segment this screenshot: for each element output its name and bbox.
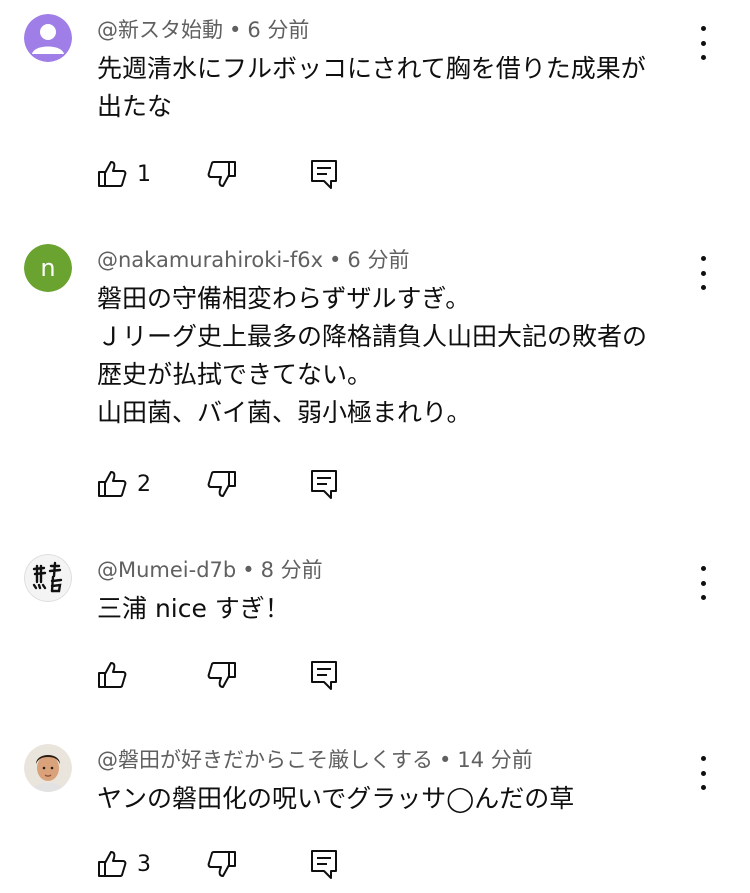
comment-line: Ｊリーグ史上最多の降格請負人山田大記の敗者の: [97, 322, 648, 351]
reply-icon: [311, 160, 337, 189]
dislike-button[interactable]: [207, 846, 237, 882]
comment-author[interactable]: @磐田が好きだからこそ厳しくする: [97, 748, 433, 772]
thumbs-up-icon: [98, 161, 127, 187]
avatar[interactable]: [24, 744, 72, 792]
avatar[interactable]: [24, 554, 72, 602]
comment-text: 三浦 nice すぎ！: [97, 590, 290, 628]
comment-line: 出たな: [97, 92, 173, 121]
thumbs-down-icon: [207, 851, 236, 877]
like-count: 2: [137, 471, 151, 497]
avatar[interactable]: [24, 14, 72, 62]
separator-dot: •: [229, 18, 242, 42]
thumbs-up-icon: [98, 851, 127, 877]
reply-button[interactable]: [309, 156, 339, 192]
dislike-button[interactable]: [207, 466, 237, 502]
comment-line: 磐田の守備相変わらずザルすぎ。: [97, 284, 471, 313]
default-person-icon: [24, 14, 72, 62]
reply-icon: [311, 661, 337, 690]
comment-time[interactable]: 6 分前: [247, 18, 309, 42]
comment-text: ヤンの磐田化の呪いでグラッサ◯んだの草: [97, 780, 574, 818]
comment-text: 先週清水にフルボッコにされて胸を借りた成果が 出たな: [97, 50, 646, 126]
dislike-button[interactable]: [207, 657, 237, 693]
like-button[interactable]: 2: [97, 466, 151, 502]
thumbs-up-icon: [98, 662, 127, 688]
dislike-button[interactable]: [207, 156, 237, 192]
thumbs-down-icon: [207, 471, 236, 497]
comment-author[interactable]: @nakamurahiroki-f6x: [97, 248, 323, 272]
more-options-icon[interactable]: [692, 26, 714, 60]
comment-line: 三浦 nice すぎ！: [97, 594, 290, 623]
comment-author[interactable]: @Mumei-d7b: [97, 558, 236, 582]
reply-button[interactable]: [309, 846, 339, 882]
comment-text: 磐田の守備相変わらずザルすぎ。 Ｊリーグ史上最多の降格請負人山田大記の敗者の 歴…: [97, 280, 647, 432]
like-button[interactable]: 1: [97, 156, 151, 192]
separator-dot: •: [242, 558, 255, 582]
player-photo-avatar: [24, 744, 72, 792]
more-options-icon[interactable]: [692, 256, 714, 290]
reply-button[interactable]: [309, 657, 339, 693]
comment-meta: @nakamurahiroki-f6x • 6 分前: [97, 246, 409, 274]
comment-actions: 3: [97, 846, 357, 882]
more-options-icon[interactable]: [692, 566, 714, 600]
like-button[interactable]: 3: [97, 846, 151, 882]
comment-author[interactable]: @新スタ始動: [97, 18, 223, 42]
comment-line: ヤンの磐田化の呪いでグラッサ◯んだの草: [97, 784, 575, 813]
comment-line: 歴史が払拭できてない。: [97, 360, 373, 389]
calligraphy-avatar-icon: [24, 554, 72, 602]
comment-line: 先週清水にフルボッコにされて胸を借りた成果が: [97, 54, 646, 83]
avatar-letter: n: [24, 244, 72, 292]
thumbs-down-icon: [207, 161, 236, 187]
thumbs-down-icon: [207, 662, 236, 688]
reply-button[interactable]: [309, 466, 339, 502]
comment-line: 山田菌、バイ菌、弱小極まれり。: [97, 398, 472, 427]
separator-dot: •: [439, 748, 452, 772]
avatar[interactable]: n: [24, 244, 72, 292]
thumbs-up-icon: [98, 471, 127, 497]
reply-icon: [311, 850, 337, 879]
like-count: 1: [137, 161, 151, 187]
comment-actions: [97, 657, 357, 693]
comment-meta: @Mumei-d7b • 8 分前: [97, 556, 323, 584]
comment-time[interactable]: 6 分前: [347, 248, 409, 272]
more-options-icon[interactable]: [692, 756, 714, 790]
comment-meta: @新スタ始動 • 6 分前: [97, 16, 309, 44]
like-count: 3: [137, 851, 151, 877]
comment-meta: @磐田が好きだからこそ厳しくする • 14 分前: [97, 746, 533, 774]
separator-dot: •: [329, 248, 342, 272]
comment-actions: 2: [97, 466, 357, 502]
reply-icon: [311, 470, 337, 499]
comment-time[interactable]: 14 分前: [457, 748, 532, 772]
like-button[interactable]: [97, 657, 137, 693]
comment-time[interactable]: 8 分前: [261, 558, 323, 582]
comment-actions: 1: [97, 156, 357, 192]
